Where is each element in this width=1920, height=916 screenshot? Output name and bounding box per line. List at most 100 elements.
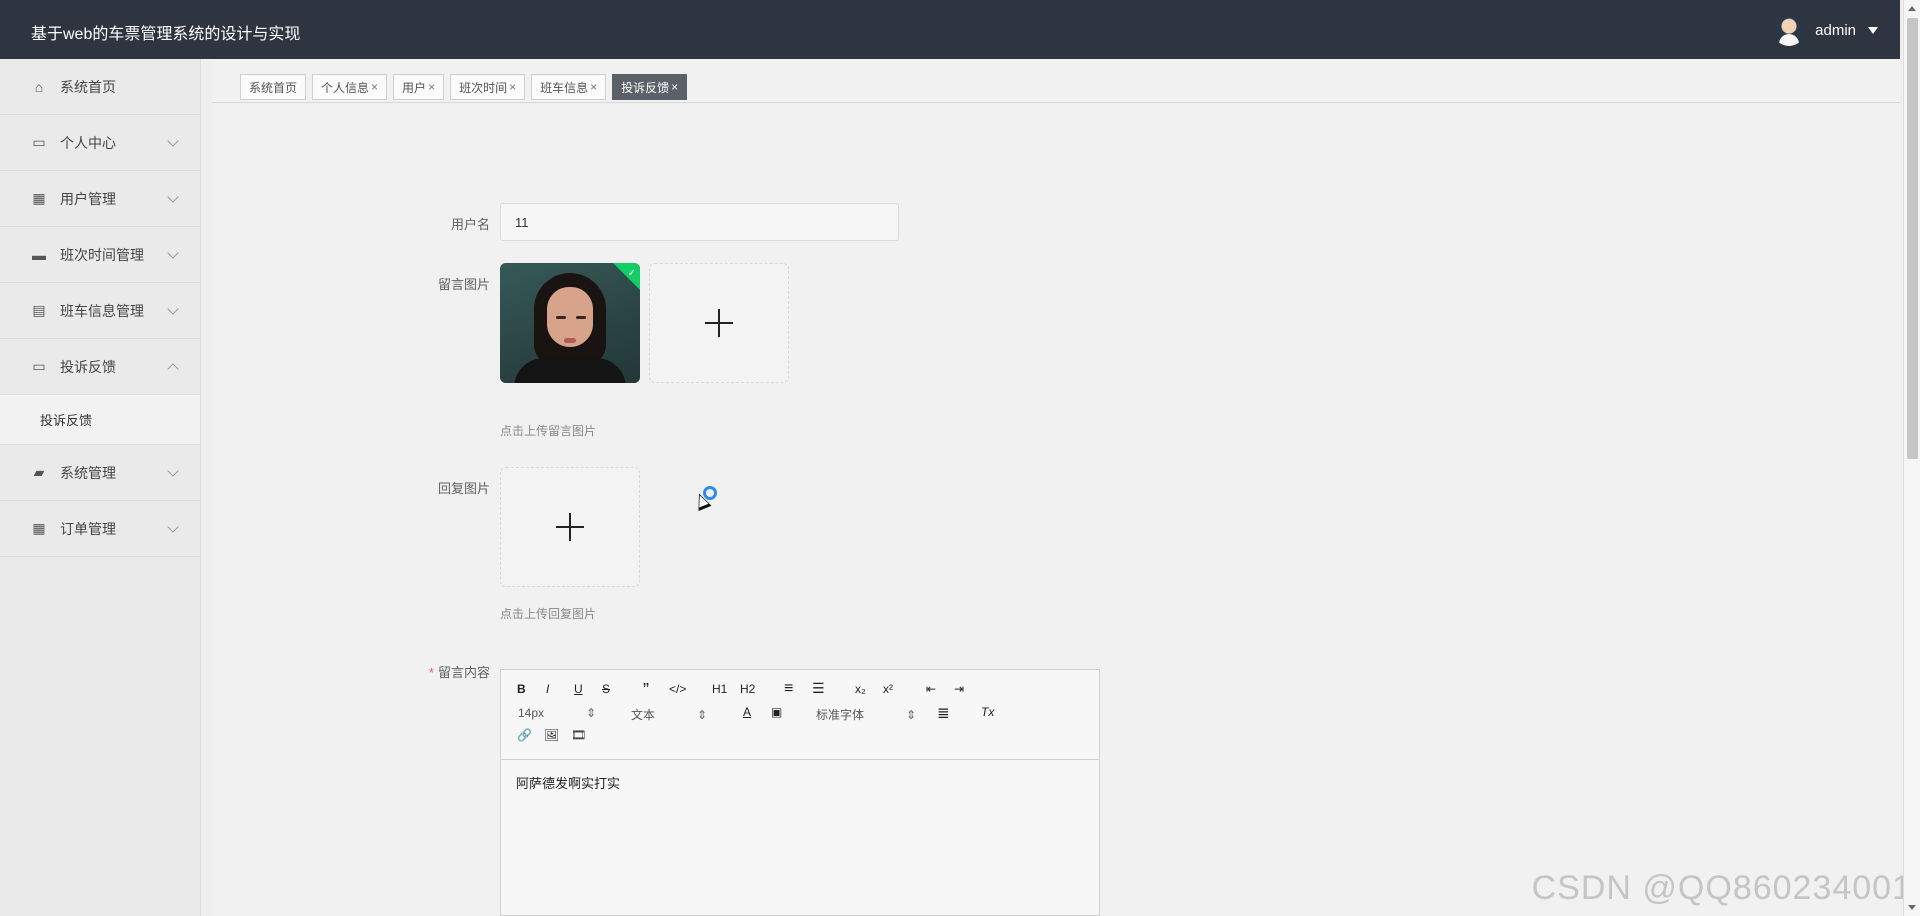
grid-icon: ▦: [32, 520, 46, 536]
avatar[interactable]: [1773, 14, 1806, 46]
sidebar-item-users[interactable]: ▦ 用户管理: [0, 171, 200, 227]
sidebar-item-orders[interactable]: ▦ 订单管理: [0, 501, 200, 557]
video-button[interactable]: 🎞: [571, 728, 586, 742]
sidebar-item-home[interactable]: ⌂ 系统首页: [0, 59, 200, 115]
code-button[interactable]: </>: [669, 682, 686, 696]
uploaded-message-image[interactable]: ✓: [500, 263, 640, 383]
bullet-list-button[interactable]: ☰: [812, 680, 825, 697]
sidebar-item-bus-info[interactable]: ▤ 班车信息管理: [0, 283, 200, 339]
strikethrough-button[interactable]: S: [602, 682, 610, 696]
image-button[interactable]: 🖼: [544, 728, 559, 742]
paragraph-select[interactable]: 文本 ⇕: [631, 706, 707, 723]
indent-button[interactable]: ⇥: [954, 682, 964, 696]
sidebar-item-system[interactable]: ▰ 系统管理: [0, 445, 200, 501]
chevron-down-icon: [167, 521, 179, 533]
tab-label: 系统首页: [249, 80, 298, 95]
message-image-upload-button[interactable]: [649, 263, 789, 383]
tab-bus-info[interactable]: 班车信息 ×: [531, 74, 607, 100]
tab-label: 班次时间: [459, 80, 508, 95]
close-icon[interactable]: ×: [590, 80, 597, 94]
message-content-label: * 留言内容: [370, 662, 490, 681]
sidebar-item-label: 用户管理: [60, 190, 116, 207]
plus-icon: [556, 513, 584, 541]
tab-home[interactable]: 系统首页: [240, 74, 307, 100]
reply-image-upload-button[interactable]: [500, 467, 640, 587]
caret-down-icon[interactable]: [1868, 26, 1878, 34]
bold-button[interactable]: B: [517, 682, 526, 696]
message-content-label-text: 留言内容: [437, 665, 490, 680]
subscript-button[interactable]: x₂: [855, 682, 866, 696]
user-name[interactable]: admin: [1815, 22, 1856, 39]
outdent-button[interactable]: ⇤: [926, 682, 936, 696]
portrait-right-eye: [576, 316, 586, 319]
tab-label: 个人信息: [321, 80, 370, 95]
tab-profile[interactable]: 个人信息 ×: [312, 74, 388, 100]
font-family-select[interactable]: 标准字体 ⇕: [816, 706, 916, 723]
vertical-scrollbar[interactable]: [1903, 0, 1920, 916]
grid-icon: ▦: [32, 190, 46, 206]
editor-toolbar: B I U S ” </> H1 H2 ≡ ☰ x₂ x² ⇤ ⇥ 14px ⇕ …: [501, 670, 1099, 760]
clipboard-icon: ▤: [32, 302, 46, 318]
font-color-button[interactable]: A: [743, 705, 751, 719]
check-icon: ✓: [627, 268, 636, 279]
heading1-button[interactable]: H1: [712, 682, 727, 696]
quote-button[interactable]: ”: [643, 680, 649, 701]
close-icon[interactable]: ×: [671, 80, 678, 94]
chevron-down-icon: [167, 191, 179, 203]
portrait-shirt: [514, 358, 626, 383]
superscript-button[interactable]: x²: [883, 682, 893, 696]
select-arrow-icon: ⇕: [697, 708, 708, 722]
chevron-down-icon: [167, 247, 179, 259]
sidebar-item-profile[interactable]: ▭ 个人中心: [0, 115, 200, 171]
heading2-button[interactable]: H2: [740, 682, 755, 696]
align-button[interactable]: ≣: [937, 704, 950, 722]
portrait-lips: [564, 338, 576, 343]
chevron-down-icon: [167, 135, 179, 147]
background-color-button[interactable]: ▣: [771, 705, 782, 719]
clear-format-button[interactable]: Tx: [981, 705, 994, 719]
app-title: 基于web的车票管理系统的设计与实现: [31, 26, 301, 43]
reply-image-tip: 点击上传回复图片: [500, 607, 597, 621]
username-value[interactable]: 11: [515, 215, 529, 230]
paragraph-value[interactable]: 文本: [631, 708, 655, 722]
sidebar-item-label: 班次时间管理: [60, 246, 144, 263]
scrollbar-thumb[interactable]: [1907, 18, 1918, 459]
message-image-tip: 点击上传留言图片: [500, 424, 597, 438]
sidebar-item-label: 个人中心: [60, 134, 116, 151]
close-icon[interactable]: ×: [509, 80, 516, 94]
tab-schedule[interactable]: 班次时间 ×: [450, 74, 526, 100]
scroll-up-icon[interactable]: [1908, 6, 1916, 11]
tab-users[interactable]: 用户 ×: [393, 74, 445, 100]
csdn-watermark: CSDN @QQ860234001: [1531, 869, 1912, 907]
ordered-list-button[interactable]: ≡: [784, 680, 793, 698]
reply-image-label: 回复图片: [437, 481, 490, 496]
select-arrow-icon: ⇕: [906, 708, 917, 722]
username-input[interactable]: 11: [500, 203, 899, 241]
submenu-item-complaints[interactable]: 投诉反馈: [0, 395, 200, 445]
tab-label: 投诉反馈: [621, 80, 670, 95]
close-icon[interactable]: ×: [371, 80, 378, 94]
sidebar-item-label: 班车信息管理: [60, 302, 144, 319]
link-button[interactable]: 🔗: [517, 728, 532, 742]
chevron-down-icon: [167, 303, 179, 315]
scroll-down-icon[interactable]: [1908, 905, 1916, 910]
font-family-value[interactable]: 标准字体: [816, 708, 864, 722]
monitor-icon: ▭: [32, 358, 46, 374]
tab-complaints[interactable]: 投诉反馈 ×: [612, 74, 688, 100]
sidebar: ⌂ 系统首页 ▭ 个人中心 ▦ 用户管理 ▬ 班次时间管理 ▤ 班车信息管理 ▭…: [0, 59, 201, 916]
font-size-value[interactable]: 14px: [518, 706, 544, 720]
sidebar-item-label: 系统管理: [60, 464, 116, 481]
editor-content[interactable]: 阿萨德发啊实打实: [501, 760, 1099, 805]
rich-text-editor[interactable]: B I U S ” </> H1 H2 ≡ ☰ x₂ x² ⇤ ⇥ 14px ⇕ …: [500, 669, 1100, 916]
font-size-select[interactable]: 14px ⇕: [518, 706, 596, 720]
portrait-left-eye: [556, 316, 566, 319]
italic-button[interactable]: I: [546, 682, 549, 696]
briefcase-icon: ▬: [32, 246, 46, 263]
sidebar-item-schedule[interactable]: ▬ 班次时间管理: [0, 227, 200, 283]
sidebar-item-complaints[interactable]: ▭ 投诉反馈: [0, 339, 200, 395]
close-icon[interactable]: ×: [428, 80, 435, 94]
underline-button[interactable]: U: [574, 682, 583, 696]
chevron-down-icon: [167, 465, 179, 477]
user-menu[interactable]: admin: [1773, 14, 1878, 46]
home-icon: ⌂: [34, 78, 44, 95]
